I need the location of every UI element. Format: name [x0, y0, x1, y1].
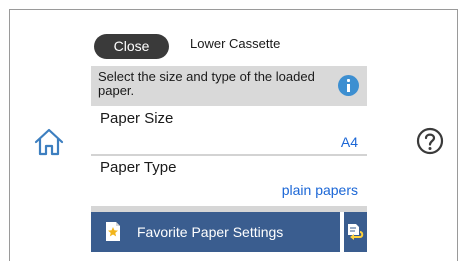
favorite-document-icon [105, 221, 121, 242]
favorite-paper-settings-button[interactable]: Favorite Paper Settings [91, 212, 340, 252]
favorite-paper-settings-label: Favorite Paper Settings [137, 224, 284, 240]
paper-settings-return-button[interactable] [344, 212, 367, 252]
home-icon[interactable] [33, 127, 65, 157]
info-message: Select the size and type of the loaded p… [98, 69, 315, 98]
paper-type-value: plain papers [281, 182, 358, 198]
page-title: Lower Cassette [190, 36, 281, 51]
paper-size-label: Paper Size [100, 110, 174, 127]
info-icon[interactable] [338, 75, 359, 96]
paper-settings-return-icon [347, 223, 365, 241]
info-banner: Select the size and type of the loaded p… [91, 66, 367, 106]
paper-size-value: A4 [340, 134, 358, 150]
divider [91, 154, 367, 156]
close-button[interactable]: Close [94, 34, 169, 59]
help-icon[interactable] [416, 127, 444, 155]
paper-type-label: Paper Type [100, 159, 177, 176]
